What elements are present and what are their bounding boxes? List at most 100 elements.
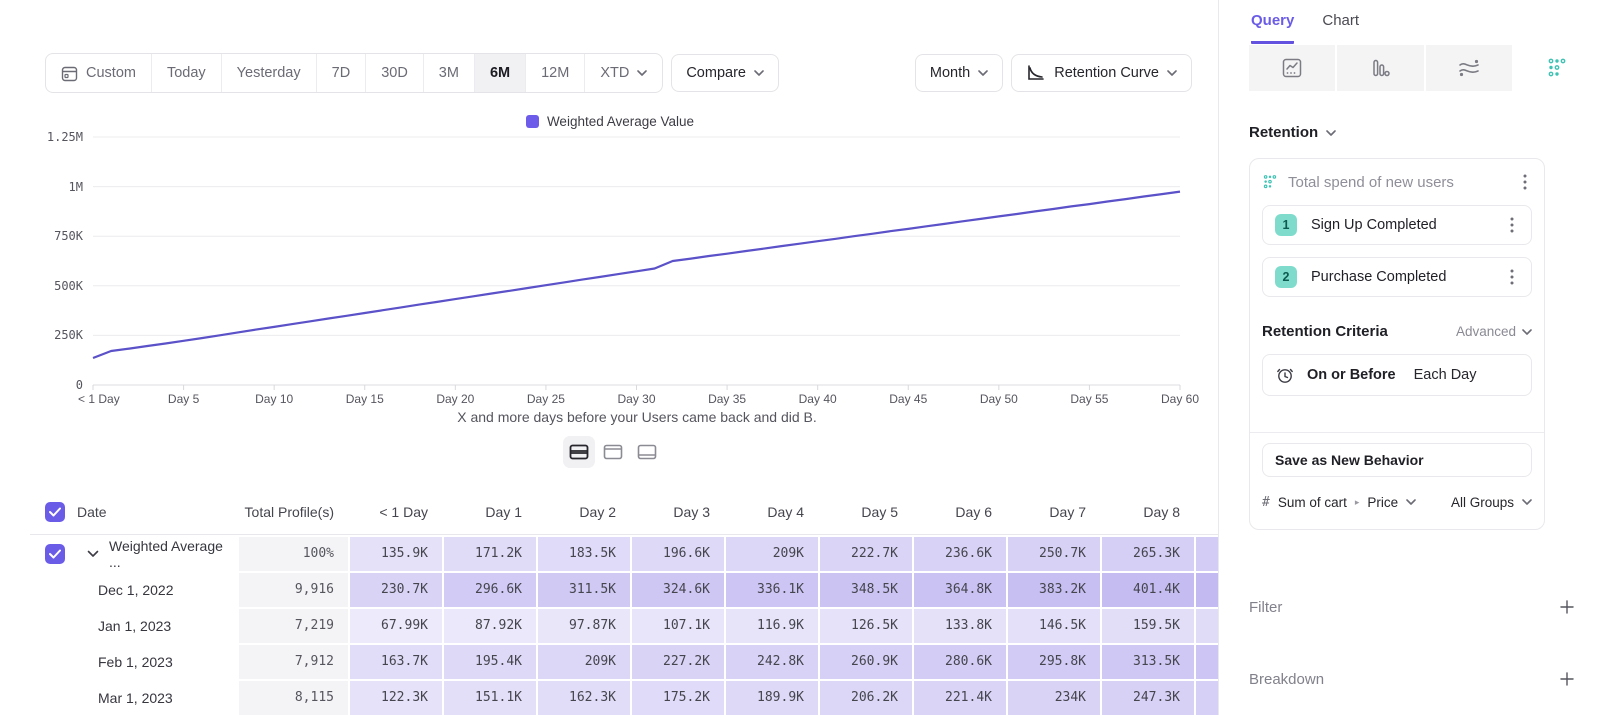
retention-value-cell-partial (1196, 645, 1218, 679)
breakdown-label: Breakdown (1249, 671, 1324, 688)
retention-value-cell[interactable]: 242.8K (726, 645, 818, 679)
retention-value-cell[interactable]: 87.92K (444, 609, 536, 643)
retention-value-cell[interactable]: 236.6K (914, 537, 1006, 571)
range-7d[interactable]: 7D (317, 54, 367, 92)
retention-value-cell[interactable]: 159.5K (1102, 609, 1194, 643)
retention-value-cell[interactable]: 209K (726, 537, 818, 571)
range-30d[interactable]: 30D (366, 54, 424, 92)
compare-label: Compare (686, 65, 746, 81)
retention-value-cell[interactable]: 324.6K (632, 573, 724, 607)
retention-value-cell[interactable]: 133.8K (914, 609, 1006, 643)
step-number-badge: 1 (1275, 214, 1297, 236)
retention-value-cell[interactable]: 163.7K (350, 645, 442, 679)
range-3m[interactable]: 3M (424, 54, 475, 92)
select-all-checkbox[interactable] (45, 502, 65, 522)
layout-chart-toggle[interactable] (597, 436, 629, 468)
add-filter-button[interactable] (1560, 600, 1574, 614)
retention-value-cell[interactable]: 295.8K (1008, 645, 1100, 679)
chart-type-button[interactable]: Retention Curve (1011, 54, 1192, 92)
retention-value-cell[interactable]: 162.3K (538, 681, 630, 715)
retention-value-cell[interactable]: 296.6K (444, 573, 536, 607)
flow-icon[interactable] (1426, 45, 1512, 91)
bar-chart-icon[interactable] (1337, 45, 1423, 91)
layout-split-toggle[interactable] (563, 436, 595, 468)
retention-value-cell[interactable]: 196.6K (632, 537, 724, 571)
range-xtd[interactable]: XTD (585, 54, 662, 92)
retention-value-cell[interactable]: 313.5K (1102, 645, 1194, 679)
retention-value-cell[interactable]: 122.3K (350, 681, 442, 715)
retention-icon[interactable] (1514, 45, 1600, 91)
x-axis-tick-label: Day 35 (708, 392, 746, 406)
behavior-title: Total spend of new users (1288, 174, 1508, 191)
chart-legend[interactable]: Weighted Average Value (30, 114, 1190, 129)
y-axis-tick-label: 250K (54, 328, 83, 342)
retention-value-cell[interactable]: 126.5K (820, 609, 912, 643)
criteria-card[interactable]: On or Before Each Day (1262, 354, 1532, 396)
retention-value-cell[interactable]: 227.2K (632, 645, 724, 679)
range-label: Yesterday (237, 65, 301, 81)
granularity-button[interactable]: Month (915, 54, 1003, 92)
retention-value-cell[interactable]: 222.7K (820, 537, 912, 571)
kebab-menu-icon[interactable] (1505, 269, 1519, 285)
row-checkbox[interactable] (45, 544, 65, 564)
range-today[interactable]: Today (152, 54, 222, 92)
save-as-new-behavior-button[interactable]: Save as New Behavior (1262, 443, 1532, 477)
retention-value-cell[interactable]: 171.2K (444, 537, 536, 571)
retention-value-cell[interactable]: 230.7K (350, 573, 442, 607)
kebab-menu-icon[interactable] (1518, 174, 1532, 190)
tab-chart[interactable]: Chart (1322, 0, 1359, 44)
range-custom[interactable]: Custom (46, 54, 152, 92)
retention-value-cell[interactable]: 401.4K (1102, 573, 1194, 607)
retention-value-cell[interactable]: 280.6K (914, 645, 1006, 679)
retention-value-cell[interactable]: 260.9K (820, 645, 912, 679)
measure-property[interactable]: Price (1367, 495, 1398, 510)
retention-value-cell[interactable]: 175.2K (632, 681, 724, 715)
advanced-label: Advanced (1456, 324, 1516, 339)
caret-right-icon: ▸ (1355, 497, 1360, 508)
retention-value-cell[interactable]: 183.5K (538, 537, 630, 571)
column-header: Day 5 (820, 504, 912, 520)
behavior-step[interactable]: 2Purchase Completed (1262, 257, 1532, 297)
layout-table-toggle[interactable] (631, 436, 663, 468)
range-yesterday[interactable]: Yesterday (222, 54, 317, 92)
retention-value-cell[interactable]: 135.9K (350, 537, 442, 571)
retention-value-cell[interactable]: 364.8K (914, 573, 1006, 607)
column-header: Day 3 (632, 504, 724, 520)
main-area: CustomToday Yesterday 7D30D3M6M12MXTD Comp… (0, 0, 1218, 715)
groups-dropdown[interactable]: All Groups (1451, 495, 1514, 510)
total-profiles-cell: 9,916 (239, 573, 348, 607)
tab-query[interactable]: Query (1251, 0, 1294, 44)
retention-value-cell[interactable]: 195.4K (444, 645, 536, 679)
kebab-menu-icon[interactable] (1505, 217, 1519, 233)
expand-chevron-icon[interactable] (87, 550, 99, 558)
retention-value-cell[interactable]: 189.9K (726, 681, 818, 715)
retention-value-cell[interactable]: 116.9K (726, 609, 818, 643)
measure-label[interactable]: Sum of cart (1278, 495, 1347, 510)
retention-section-dropdown[interactable]: Retention (1249, 124, 1336, 141)
behavior-step[interactable]: 1 Sign Up Completed (1262, 205, 1532, 245)
retention-value-cell[interactable]: 97.87K (538, 609, 630, 643)
retention-value-cell[interactable]: 250.7K (1008, 537, 1100, 571)
retention-value-cell[interactable]: 383.2K (1008, 573, 1100, 607)
add-breakdown-button[interactable] (1560, 672, 1574, 686)
retention-value-cell[interactable]: 151.1K (444, 681, 536, 715)
retention-value-cell[interactable]: 67.99K (350, 609, 442, 643)
retention-value-cell[interactable]: 209K (538, 645, 630, 679)
range-6m[interactable]: 6M (475, 54, 526, 92)
chart-type-label: Retention Curve (1054, 65, 1159, 81)
step-event-label: Sign Up Completed (1311, 217, 1491, 233)
retention-value-cell[interactable]: 311.5K (538, 573, 630, 607)
advanced-dropdown[interactable]: Advanced (1456, 324, 1532, 339)
insights-icon[interactable] (1249, 45, 1335, 91)
retention-value-cell[interactable]: 146.5K (1008, 609, 1100, 643)
retention-value-cell[interactable]: 348.5K (820, 573, 912, 607)
retention-value-cell[interactable]: 265.3K (1102, 537, 1194, 571)
retention-value-cell[interactable]: 247.3K (1102, 681, 1194, 715)
retention-value-cell[interactable]: 336.1K (726, 573, 818, 607)
retention-value-cell[interactable]: 234K (1008, 681, 1100, 715)
compare-button[interactable]: Compare (671, 54, 779, 92)
retention-value-cell[interactable]: 107.1K (632, 609, 724, 643)
retention-value-cell[interactable]: 221.4K (914, 681, 1006, 715)
retention-value-cell[interactable]: 206.2K (820, 681, 912, 715)
range-12m[interactable]: 12M (526, 54, 585, 92)
